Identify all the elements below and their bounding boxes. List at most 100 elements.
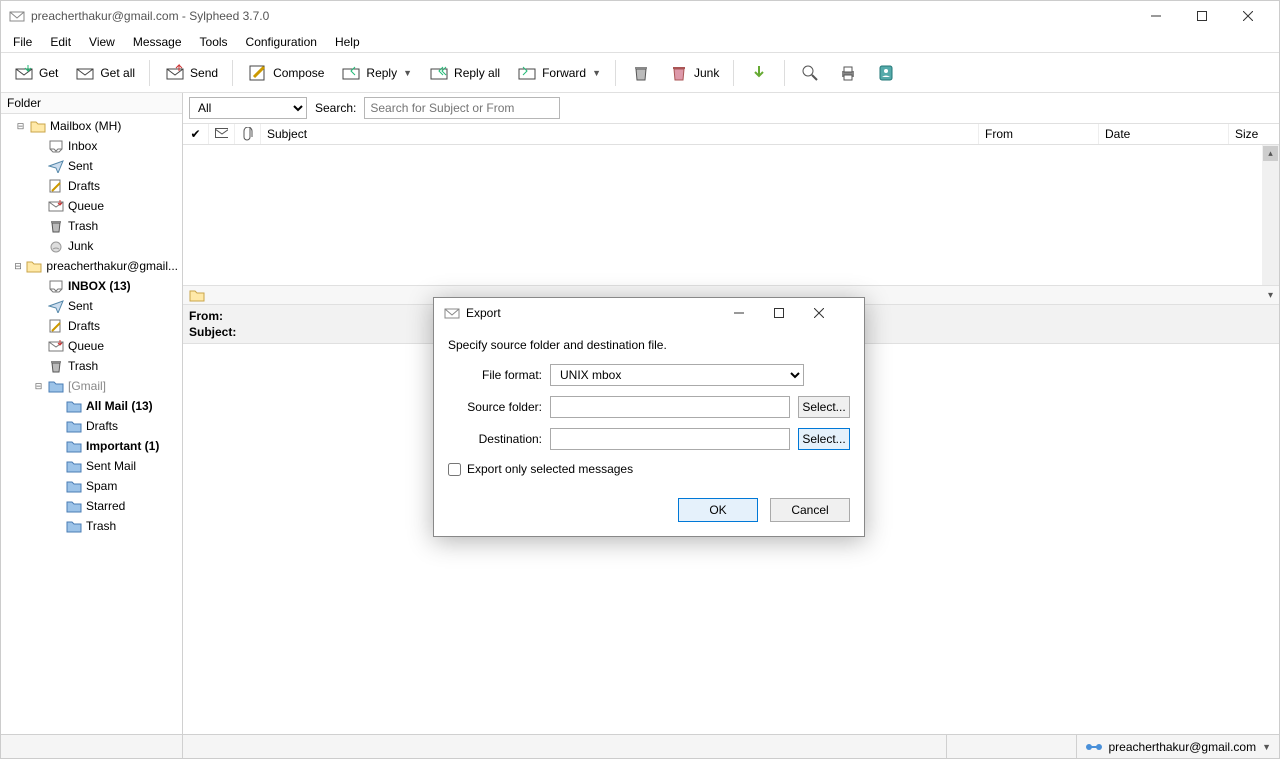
cancel-button[interactable]: Cancel — [770, 498, 850, 522]
close-button[interactable] — [1225, 1, 1271, 31]
search-label: Search: — [315, 101, 356, 115]
forward-icon — [516, 62, 538, 84]
menu-tools[interactable]: Tools — [192, 33, 236, 51]
reply-button[interactable]: Reply▼ — [334, 58, 418, 88]
folder-item[interactable]: Trash — [1, 216, 182, 236]
message-list[interactable]: ▴ — [183, 145, 1279, 285]
folder-item[interactable]: Sent Mail — [1, 456, 182, 476]
col-attach-icon[interactable] — [235, 124, 261, 144]
minimize-button[interactable] — [1133, 1, 1179, 31]
folder-item[interactable]: Drafts — [1, 176, 182, 196]
filter-bar: All Search: — [183, 93, 1279, 123]
export-only-checkbox[interactable] — [448, 463, 461, 476]
col-mail-icon[interactable] — [209, 124, 235, 144]
reply-all-button[interactable]: Reply all — [422, 58, 506, 88]
trash-icon — [630, 62, 652, 84]
folder-item[interactable]: All Mail (13) — [1, 396, 182, 416]
folder-item[interactable]: ⊟preacherthakur@gmail... — [1, 256, 182, 276]
forward-button[interactable]: Forward▼ — [510, 58, 607, 88]
dialog-maximize-button[interactable] — [774, 308, 814, 318]
msglist-scrollbar[interactable]: ▴ — [1262, 145, 1279, 285]
folder-item[interactable]: Spam — [1, 476, 182, 496]
col-date[interactable]: Date — [1099, 124, 1229, 144]
folder-label: Drafts — [68, 179, 100, 193]
col-size[interactable]: Size — [1229, 124, 1279, 144]
search-button[interactable] — [793, 58, 827, 88]
source-select-button[interactable]: Select... — [798, 396, 850, 418]
dialog-close-button[interactable] — [814, 308, 854, 318]
from-label: From: — [189, 308, 223, 324]
folder-item[interactable]: Drafts — [1, 316, 182, 336]
next-unread-button[interactable] — [742, 58, 776, 88]
folder-tree[interactable]: ⊟Mailbox (MH)InboxSentDraftsQueueTrashJu… — [1, 114, 182, 734]
addressbook-button[interactable] — [869, 58, 903, 88]
folder-label: Trash — [86, 519, 116, 533]
titlebar: preacherthakur@gmail.com - Sylpheed 3.7.… — [1, 1, 1279, 31]
folder-item[interactable]: Trash — [1, 356, 182, 376]
menu-help[interactable]: Help — [327, 33, 368, 51]
folder-label: Drafts — [68, 319, 100, 333]
junk-button[interactable]: Junk — [662, 58, 725, 88]
folder-label: Drafts — [86, 419, 118, 433]
reply-caret-icon: ▼ — [403, 68, 412, 78]
window-title: preacherthakur@gmail.com - Sylpheed 3.7.… — [31, 9, 1133, 23]
export-dialog: Export Specify source folder and destina… — [433, 297, 865, 537]
destination-input[interactable] — [550, 428, 790, 450]
folder-item[interactable]: Drafts — [1, 416, 182, 436]
ok-button[interactable]: OK — [678, 498, 758, 522]
col-check-icon[interactable]: ✔ — [183, 124, 209, 144]
toolbar: Get Get all Send Compose Reply▼ Reply al… — [1, 53, 1279, 93]
folder-label: Trash — [68, 219, 98, 233]
source-folder-input[interactable] — [550, 396, 790, 418]
compose-button[interactable]: Compose — [241, 58, 330, 88]
folder-label: Inbox — [68, 139, 97, 153]
folder-label: Queue — [68, 199, 104, 213]
maximize-button[interactable] — [1179, 1, 1225, 31]
status-account[interactable]: preacherthakur@gmail.com — [1109, 740, 1257, 754]
delete-button[interactable] — [624, 58, 658, 88]
dialog-title: Export — [466, 306, 734, 320]
statusbar: preacherthakur@gmail.com ▼ — [1, 734, 1279, 758]
folder-item[interactable]: Trash — [1, 516, 182, 536]
message-list-header: ✔ Subject From Date Size — [183, 123, 1279, 145]
get-button[interactable]: Get — [7, 58, 64, 88]
get-all-icon — [74, 62, 96, 84]
next-icon — [748, 62, 770, 84]
folder-item[interactable]: INBOX (13) — [1, 276, 182, 296]
destination-label: Destination: — [452, 432, 542, 446]
folder-item[interactable]: Sent — [1, 156, 182, 176]
pathbar-caret-icon[interactable]: ▾ — [1268, 290, 1273, 301]
dialog-minimize-button[interactable] — [734, 308, 774, 318]
folder-item[interactable]: Inbox — [1, 136, 182, 156]
menu-edit[interactable]: Edit — [42, 33, 79, 51]
menu-message[interactable]: Message — [125, 33, 190, 51]
menu-view[interactable]: View — [81, 33, 123, 51]
search-icon — [799, 62, 821, 84]
dialog-titlebar[interactable]: Export — [434, 298, 864, 328]
account-caret-icon[interactable]: ▼ — [1262, 742, 1271, 752]
menu-configuration[interactable]: Configuration — [238, 33, 325, 51]
filter-select[interactable]: All — [189, 97, 307, 119]
file-format-select[interactable]: UNIX mbox — [550, 364, 804, 386]
online-icon[interactable] — [1085, 741, 1103, 753]
menu-file[interactable]: File — [5, 33, 40, 51]
folder-item[interactable]: Important (1) — [1, 436, 182, 456]
folder-item[interactable]: ⊟[Gmail] — [1, 376, 182, 396]
search-input[interactable] — [364, 97, 560, 119]
print-icon — [837, 62, 859, 84]
source-folder-label: Source folder: — [452, 400, 542, 414]
send-button[interactable]: Send — [158, 58, 224, 88]
folder-item[interactable]: Queue — [1, 196, 182, 216]
folder-item[interactable]: Starred — [1, 496, 182, 516]
folder-item[interactable]: ⊟Mailbox (MH) — [1, 116, 182, 136]
get-all-button[interactable]: Get all — [68, 58, 141, 88]
folder-label: Sent — [68, 159, 93, 173]
folder-item[interactable]: Junk — [1, 236, 182, 256]
destination-select-button[interactable]: Select... — [798, 428, 850, 450]
col-subject[interactable]: Subject — [261, 124, 979, 144]
col-from[interactable]: From — [979, 124, 1099, 144]
scroll-up-icon[interactable]: ▴ — [1263, 146, 1278, 161]
print-button[interactable] — [831, 58, 865, 88]
folder-item[interactable]: Queue — [1, 336, 182, 356]
folder-item[interactable]: Sent — [1, 296, 182, 316]
